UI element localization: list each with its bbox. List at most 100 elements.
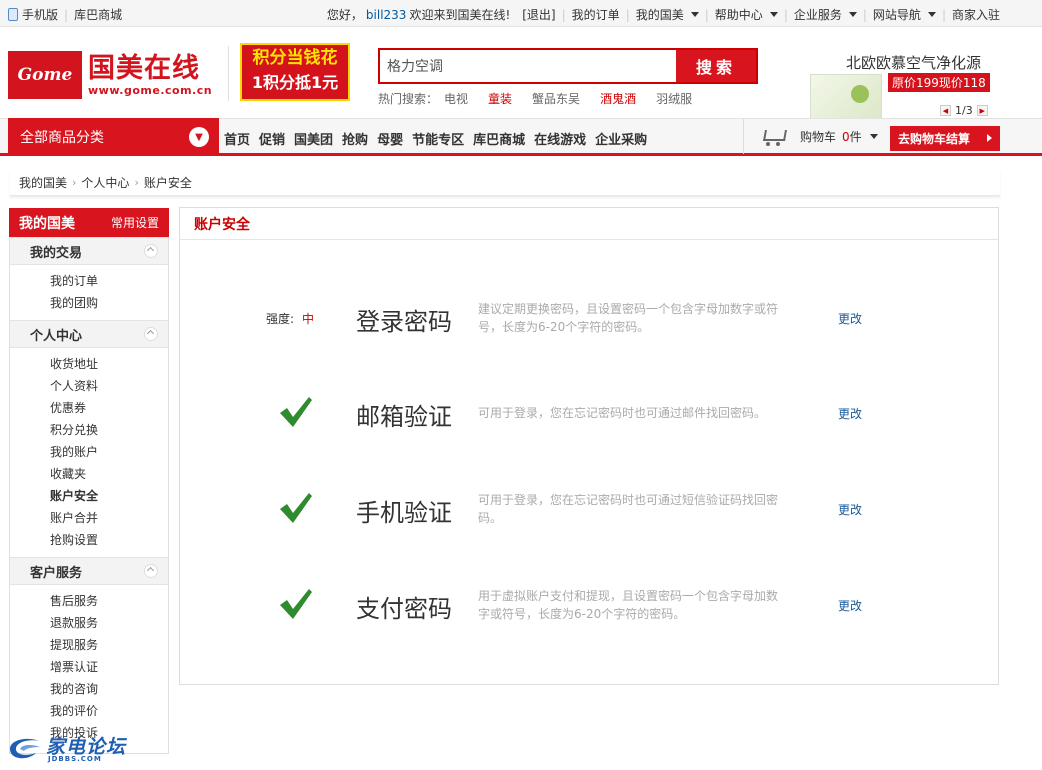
sidebar-item[interactable]: 抢购设置 <box>50 529 168 551</box>
enterprise-service-dropdown[interactable]: 企业服务 <box>794 6 857 23</box>
divider: | <box>783 7 788 22</box>
change-link[interactable]: 更改 <box>838 310 862 327</box>
nav-item-kuba[interactable]: 库巴商城 <box>473 129 525 148</box>
sidebar-item[interactable]: 退款服务 <box>50 612 168 634</box>
security-row-email: 邮箱验证 可用于登录，您在忘记密码时也可通过邮件找回密码。 更改 <box>180 383 998 443</box>
search-input[interactable] <box>380 50 678 82</box>
hot-search-item[interactable]: 童装 <box>488 90 512 107</box>
nav-item-promo[interactable]: 促销 <box>259 129 285 148</box>
forum-watermark: 家电论坛 JDBBS.COM <box>6 733 136 767</box>
nav-item-online-games[interactable]: 在线游戏 <box>534 129 586 148</box>
checkout-button[interactable]: 去购物车结算 <box>890 126 1000 151</box>
gome-logo[interactable]: Gome 国美在线 www.gome.com.cn <box>8 51 212 99</box>
merchant-join-link[interactable]: 商家入驻 <box>952 6 1000 23</box>
air-purifier-ad[interactable]: 北欧欧慕空气净化源 原价199现价118 ◀ 1/3 ▶ <box>800 46 1000 126</box>
sidebar-item[interactable]: 个人资料 <box>50 375 168 397</box>
change-link[interactable]: 更改 <box>838 405 862 422</box>
collapse-icon[interactable] <box>144 564 158 578</box>
nav-item-enterprise[interactable]: 企业采购 <box>595 129 647 148</box>
common-settings-link[interactable]: 常用设置 <box>111 214 159 231</box>
sidebar-group-title: 我的交易 <box>30 245 83 261</box>
site-nav-dropdown[interactable]: 网站导航 <box>873 6 936 23</box>
sidebar-item[interactable]: 收货地址 <box>50 353 168 375</box>
sidebar-item[interactable]: 提现服务 <box>50 634 168 656</box>
cart-label: 购物车 <box>800 130 837 144</box>
sidebar-group-trade[interactable]: 我的交易 <box>10 237 168 265</box>
sidebar-group-service[interactable]: 客户服务 <box>10 557 168 585</box>
breadcrumb-item[interactable]: 我的国美 <box>19 174 67 191</box>
caret-down-icon <box>690 12 699 17</box>
logo-url: www.gome.com.cn <box>88 83 213 97</box>
sidebar-list: 我的订单 我的团购 <box>10 265 168 320</box>
strength-value: 中 <box>302 312 315 326</box>
caret-down-icon <box>869 134 878 139</box>
breadcrumb: 我的国美 › 个人中心 › 账户安全 <box>10 170 1000 196</box>
nav-item-energy-saving[interactable]: 节能专区 <box>412 129 464 148</box>
logout-link[interactable]: [退出] <box>522 6 555 23</box>
points-promo-banner[interactable]: 积分当钱花 1积分抵1元 <box>240 43 350 101</box>
sidebar-title[interactable]: 我的国美 <box>19 213 75 233</box>
sidebar-header: 我的国美 常用设置 <box>9 208 169 237</box>
my-orders-link[interactable]: 我的订单 <box>572 6 620 23</box>
check-icon <box>280 589 312 619</box>
sidebar-item[interactable]: 我的评价 <box>50 700 168 722</box>
security-item-desc: 可用于登录，您在忘记密码时也可通过短信验证码找回密码。 <box>478 493 779 525</box>
prev-arrow-icon[interactable]: ◀ <box>940 105 951 116</box>
kuba-mall-link[interactable]: 库巴商城 <box>74 6 122 23</box>
username-link[interactable]: bill233 <box>366 8 407 22</box>
nav-item-baby[interactable]: 母婴 <box>377 129 403 148</box>
change-link[interactable]: 更改 <box>838 597 862 614</box>
sidebar-item[interactable]: 收藏夹 <box>50 463 168 485</box>
sidebar-item-account-security[interactable]: 账户安全 <box>50 485 168 507</box>
chevron-right-icon: › <box>134 176 139 189</box>
all-categories-button[interactable]: 全部商品分类 ▼ <box>8 118 219 155</box>
welcome-text: 欢迎来到国美在线! <box>409 8 511 22</box>
main-nav: 全部商品分类 ▼ 首页 促销 国美团 抢购 母婴 节能专区 库巴商城 在线游戏 … <box>0 118 1042 156</box>
nav-item-home[interactable]: 首页 <box>224 129 250 148</box>
collapse-icon[interactable] <box>144 327 158 341</box>
nav-items: 首页 促销 国美团 抢购 母婴 节能专区 库巴商城 在线游戏 企业采购 <box>224 129 656 148</box>
sidebar-group-personal[interactable]: 个人中心 <box>10 320 168 348</box>
change-link[interactable]: 更改 <box>838 501 862 518</box>
divider <box>228 46 229 101</box>
next-arrow-icon[interactable]: ▶ <box>976 105 988 116</box>
cart-dropdown[interactable]: 购物车 0 件 <box>743 119 878 154</box>
strength-label: 强度: <box>266 312 295 326</box>
check-icon <box>280 397 312 427</box>
sidebar-item[interactable]: 我的订单 <box>50 270 168 292</box>
ad-pager: ◀ 1/3 ▶ <box>936 104 992 117</box>
top-bar-right: 您好， bill233 欢迎来到国美在线! [退出] | 我的订单 | 我的国美… <box>327 6 1000 23</box>
nav-item-group-buy[interactable]: 国美团 <box>294 129 333 148</box>
mobile-version-link[interactable]: 手机版 <box>22 6 58 23</box>
security-row-pay-password: 支付密码 用于虚拟账户支付和提现，且设置密码一个包含字母加数字或符号，长度为6-… <box>180 575 998 635</box>
hot-search-item[interactable]: 电视 <box>444 90 468 107</box>
sidebar-list: 收货地址 个人资料 优惠券 积分兑换 我的账户 收藏夹 账户安全 账户合并 抢购… <box>10 348 168 557</box>
breadcrumb-item[interactable]: 个人中心 <box>81 174 129 191</box>
divider: | <box>941 7 946 22</box>
sidebar-item[interactable]: 我的咨询 <box>50 678 168 700</box>
help-center-label: 帮助中心 <box>714 8 763 22</box>
hot-search-list: 热门搜索： 电视 童装 蟹品东吴 酒鬼酒 羽绒服 <box>378 90 712 107</box>
collapse-icon[interactable] <box>144 244 158 258</box>
hot-search-item[interactable]: 酒鬼酒 <box>600 90 636 107</box>
header: Gome 国美在线 www.gome.com.cn 积分当钱花 1积分抵1元 搜… <box>0 28 1042 120</box>
my-gome-dropdown[interactable]: 我的国美 <box>636 6 699 23</box>
watermark-logo-icon <box>10 738 40 759</box>
sidebar-item[interactable]: 我的团购 <box>50 292 168 314</box>
nav-item-flash-sale[interactable]: 抢购 <box>342 129 368 148</box>
sidebar-item[interactable]: 我的账户 <box>50 441 168 463</box>
sidebar-item[interactable]: 售后服务 <box>50 590 168 612</box>
sidebar-item[interactable]: 增票认证 <box>50 656 168 678</box>
sidebar-item[interactable]: 账户合并 <box>50 507 168 529</box>
help-center-dropdown[interactable]: 帮助中心 <box>715 6 778 23</box>
sidebar-item[interactable]: 积分兑换 <box>50 419 168 441</box>
caret-down-icon <box>927 12 936 17</box>
hot-search-item[interactable]: 蟹品东吴 <box>532 90 580 107</box>
search-button[interactable]: 搜索 <box>676 50 756 82</box>
sidebar-item[interactable]: 优惠券 <box>50 397 168 419</box>
sidebar-group-title: 客户服务 <box>30 565 83 581</box>
security-row-login-password: 强度: 中 登录密码 建议定期更换密码，且设置密码一个包含字母加数字或符号，长度为… <box>180 288 998 348</box>
divider: | <box>64 7 69 22</box>
promo-line2: 1积分抵1元 <box>251 73 339 92</box>
hot-search-item[interactable]: 羽绒服 <box>656 90 692 107</box>
